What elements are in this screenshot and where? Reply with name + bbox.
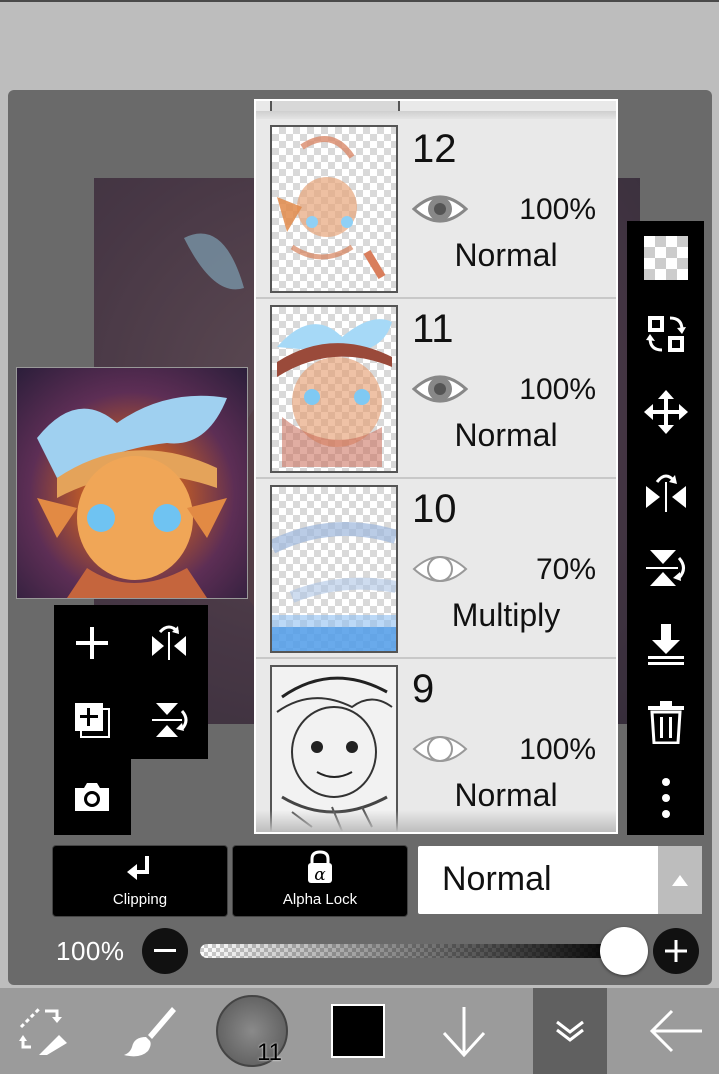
- layer-opacity: 100%: [519, 193, 596, 226]
- opacity-slider-handle[interactable]: [600, 927, 648, 975]
- duplicate-layer-icon: [75, 703, 110, 738]
- flip-horizontal-icon: [645, 474, 686, 512]
- brush-size-button[interactable]: 11: [212, 988, 292, 1074]
- chevron-up-icon: [672, 875, 688, 886]
- flip-horizontal-button[interactable]: [627, 457, 704, 527]
- blend-mode-value: Normal: [442, 860, 552, 898]
- add-layer-button[interactable]: [57, 608, 127, 678]
- layer-number: 11: [412, 307, 454, 351]
- layer-number: 9: [412, 667, 435, 711]
- top-edge: [0, 0, 719, 2]
- merge-down-button[interactable]: [627, 609, 704, 679]
- blend-mode-arrow[interactable]: [658, 846, 702, 914]
- plus-icon: [76, 627, 108, 659]
- layer-swap-button[interactable]: [627, 299, 704, 369]
- layer-blend-mode: Normal: [454, 237, 558, 273]
- layer-blend-mode: Normal: [454, 777, 558, 813]
- flip-horizontal-button[interactable]: [134, 608, 204, 678]
- brush-tool-button[interactable]: [110, 988, 190, 1074]
- transform-tool-button[interactable]: [0, 988, 86, 1074]
- visibility-toggle[interactable]: [411, 369, 469, 409]
- visibility-toggle[interactable]: [412, 729, 468, 769]
- clipping-icon: [127, 856, 149, 880]
- layer-thumbnail: [270, 125, 398, 293]
- visibility-toggle[interactable]: [412, 549, 468, 589]
- layer-opacity: 100%: [519, 733, 596, 766]
- layers-panel-button[interactable]: [533, 988, 607, 1074]
- layer-row-11[interactable]: 11 100% Normal: [256, 299, 616, 479]
- opacity-decrease-button[interactable]: [142, 928, 188, 974]
- eye-closed-icon: [412, 736, 468, 762]
- minus-icon: [154, 949, 176, 952]
- layer-number: 12: [412, 127, 457, 171]
- flip-horizontal-icon: [152, 625, 186, 660]
- layers-list[interactable]: 12 100% Normal 11 100% Normal 10 70% Mul…: [254, 99, 618, 834]
- transparency-icon: [643, 236, 688, 280]
- layer-blend-mode: Normal: [454, 417, 558, 453]
- alpha-lock-label: Alpha Lock: [282, 891, 358, 908]
- layer-down-button[interactable]: [426, 988, 502, 1074]
- layer-number: 10: [412, 487, 457, 531]
- brush-size-preview: 11: [216, 995, 288, 1067]
- layer-row-9[interactable]: 9 100% Normal: [256, 659, 616, 832]
- layer-opacity: 70%: [535, 553, 596, 586]
- arrow-left-icon: [649, 1009, 702, 1053]
- eye-open-icon: [411, 375, 469, 403]
- arrow-down-icon: [442, 1007, 486, 1057]
- more-icon: [661, 778, 670, 818]
- eye-closed-icon: [412, 556, 468, 582]
- opacity-increase-button[interactable]: [653, 928, 699, 974]
- flip-vertical-icon: [645, 550, 685, 586]
- move-button[interactable]: [627, 377, 704, 447]
- layer-actions-toolbar: [627, 221, 704, 835]
- camera-icon: [75, 783, 109, 811]
- layer-opacity: 100%: [519, 373, 596, 406]
- layer-thumbnail: [270, 485, 398, 653]
- flip-vertical-button[interactable]: [627, 533, 704, 603]
- layer-row-12[interactable]: 12 100% Normal: [256, 119, 616, 299]
- alpha-glyph: α: [314, 865, 326, 884]
- flip-vertical-icon: [152, 703, 188, 737]
- merge-down-icon: [647, 624, 684, 665]
- layer-blend-mode: Multiply: [451, 597, 561, 633]
- opacity-slider-track[interactable]: [200, 944, 624, 958]
- color-picker-button[interactable]: [320, 988, 396, 1074]
- plus-icon: [665, 940, 687, 962]
- clipping-button[interactable]: Clipping: [52, 845, 228, 917]
- layers-list-inner: 12 100% Normal 11 100% Normal 10 70% Mul…: [256, 101, 616, 832]
- more-options-button[interactable]: [627, 763, 704, 833]
- clipping-label: Clipping: [112, 891, 168, 908]
- selection-transform-icon: [19, 1007, 67, 1055]
- move-icon: [643, 390, 688, 434]
- layer-swap-icon: [645, 316, 686, 352]
- layer-row-10[interactable]: 10 70% Multiply: [256, 479, 616, 659]
- foreground-color-swatch: [331, 1004, 385, 1058]
- lock-icon: α: [308, 850, 332, 884]
- flip-vertical-button[interactable]: [134, 685, 204, 755]
- brush-icon: [124, 1007, 176, 1057]
- canvas-preview-thumbnail[interactable]: [16, 367, 248, 599]
- transparency-button[interactable]: [627, 223, 704, 293]
- layer-thumbnail: [270, 305, 398, 473]
- layer-thumbnail: [270, 665, 398, 832]
- eye-open-icon: [411, 195, 469, 223]
- opacity-value: 100%: [56, 936, 125, 966]
- preview-character: [37, 395, 227, 598]
- delete-layer-button[interactable]: [627, 687, 704, 757]
- back-button[interactable]: [636, 988, 716, 1074]
- blend-mode-select[interactable]: Normal: [418, 846, 702, 914]
- trash-icon: [647, 701, 684, 744]
- layer-list-bottom-fade: [256, 810, 616, 832]
- import-photo-button[interactable]: [57, 762, 127, 832]
- brush-size-value: 11: [257, 1039, 282, 1066]
- alpha-lock-button[interactable]: α Alpha Lock: [232, 845, 408, 917]
- bottom-toolbar: 11: [0, 988, 719, 1074]
- opacity-slider-fill: [200, 944, 624, 958]
- duplicate-layer-button[interactable]: [57, 685, 127, 755]
- chevron-double-down-icon: [556, 1020, 584, 1042]
- visibility-toggle[interactable]: [411, 189, 469, 229]
